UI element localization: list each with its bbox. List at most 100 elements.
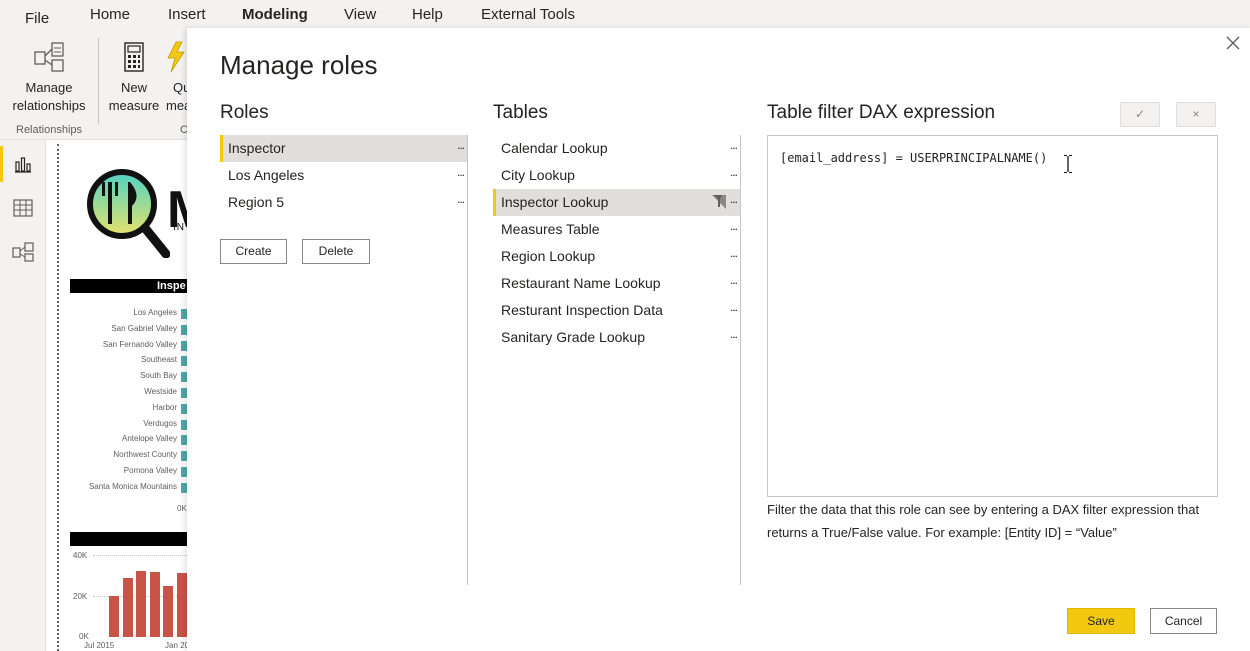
table-item-restaurant-name-lookup[interactable]: Restaurant Name Lookup ... — [493, 270, 740, 297]
table-more-options[interactable]: ... — [730, 240, 738, 267]
report-view-button[interactable] — [0, 142, 46, 186]
bar-chart-row[interactable]: Northwest County — [70, 449, 187, 463]
menu-view[interactable]: View — [344, 6, 376, 23]
bar-chart-row[interactable]: South Bay — [70, 370, 187, 384]
ribbon-separator — [98, 38, 99, 124]
bar-chart-icon — [15, 157, 31, 173]
column-chart-bar[interactable] — [109, 596, 119, 637]
column-x-label-jan: Jan 20 — [165, 641, 187, 650]
table-label: Measures Table — [501, 221, 600, 237]
role-more-options[interactable]: ... — [457, 159, 465, 186]
table-item-inspector-lookup[interactable]: Inspector Lookup ... — [493, 189, 740, 216]
column-chart-bar[interactable] — [176, 573, 187, 637]
quick-measure-button[interactable]: Qu mea — [164, 40, 187, 115]
bar-chart-category-label: Verdugos — [143, 418, 177, 428]
bar-chart-category-label: Southeast — [140, 355, 177, 365]
column-chart-bar[interactable] — [122, 577, 133, 637]
table-more-options[interactable]: ... — [730, 159, 738, 186]
ribbon-group-calculations: C — [180, 124, 187, 136]
text-cursor-icon — [1064, 154, 1072, 174]
column-gridline-top — [93, 555, 187, 556]
table-grid-icon — [13, 199, 33, 217]
roles-heading: Roles — [220, 102, 269, 123]
model-view-button[interactable] — [0, 230, 46, 274]
left-nav — [0, 140, 46, 651]
column-chart-bar[interactable] — [136, 571, 146, 637]
manage-relationships-button[interactable]: Manage relationships — [8, 40, 90, 115]
bar-chart-category-label: San Fernando Valley — [102, 339, 177, 349]
bar-chart-row[interactable]: Westside — [70, 386, 187, 400]
delete-role-button[interactable]: Delete — [302, 239, 370, 264]
column-y-label-20k: 20K — [73, 592, 88, 601]
page-boundary-line — [57, 144, 59, 651]
menu-file[interactable]: File — [25, 10, 49, 27]
table-more-options[interactable]: ... — [730, 186, 738, 213]
table-more-options[interactable]: ... — [730, 321, 738, 348]
new-measure-button[interactable]: New measure — [108, 40, 160, 115]
column-chart-bar[interactable] — [149, 572, 160, 637]
new-measure-label-1: New — [120, 80, 147, 95]
column-y-label-40k: 40K — [73, 551, 88, 560]
menu-insert[interactable]: Insert — [168, 6, 206, 23]
bar-chart-row[interactable]: Antelope Valley — [70, 433, 187, 447]
bar-chart-row[interactable]: Harbor — [70, 402, 187, 416]
role-item-inspector[interactable]: Inspector ... — [220, 135, 467, 162]
bar-chart-row[interactable]: San Fernando Valley — [70, 339, 187, 353]
close-icon[interactable] — [1224, 34, 1242, 52]
table-item-sanitary-grade-lookup[interactable]: Sanitary Grade Lookup ... — [493, 324, 740, 351]
bar-chart-category-label: Los Angeles — [133, 308, 177, 317]
menu-external-tools[interactable]: External Tools — [481, 6, 575, 23]
dax-expression-text[interactable]: [email_address] = USERPRINCIPALNAME() — [780, 151, 1047, 165]
data-view-button[interactable] — [0, 186, 46, 230]
bar-chart-row[interactable]: Southeast — [70, 354, 187, 368]
lightning-icon — [167, 41, 185, 73]
new-measure-label-2: measure — [108, 98, 160, 113]
table-item-resturant-inspection-data[interactable]: Resturant Inspection Data ... — [493, 297, 740, 324]
column-chart-bar[interactable] — [163, 585, 173, 637]
cancel-dax-button[interactable]: × — [1176, 102, 1216, 127]
quick-measure-label-2: mea — [166, 98, 187, 113]
cancel-button[interactable]: Cancel — [1150, 608, 1217, 634]
table-label: City Lookup — [501, 167, 575, 183]
manage-relationships-label-2: relationships — [12, 98, 86, 113]
save-button[interactable]: Save — [1067, 608, 1135, 634]
table-label: Calendar Lookup — [501, 140, 608, 156]
menu-help[interactable]: Help — [412, 6, 443, 23]
confirm-dax-button[interactable]: ✓ — [1120, 102, 1160, 127]
manage-relationships-label-1: Manage — [25, 80, 73, 95]
role-more-options[interactable]: ... — [457, 186, 465, 213]
role-label: Inspector — [228, 140, 286, 156]
bar-chart-category-label: Harbor — [152, 402, 177, 412]
table-more-options[interactable]: ... — [730, 132, 738, 159]
roles-list: Inspector ... Los Angeles ... Region 5 .… — [220, 135, 468, 585]
column-y-label-0k: 0K — [79, 632, 89, 641]
role-label: Region 5 — [228, 194, 285, 210]
bar-chart-row[interactable]: San Gabriel Valley — [70, 323, 187, 337]
table-item-measures-table[interactable]: Measures Table ... — [493, 216, 740, 243]
bar-chart-category-label: San Gabriel Valley — [111, 323, 177, 333]
role-more-options[interactable]: ... — [457, 132, 465, 159]
menu-home[interactable]: Home — [90, 6, 130, 23]
role-item-los-angeles[interactable]: Los Angeles ... — [220, 162, 467, 189]
bar-chart-category-label: Santa Monica Mountains — [88, 481, 177, 491]
menu-modeling[interactable]: Modeling — [242, 6, 308, 23]
create-role-button[interactable]: Create — [220, 239, 287, 264]
bar-chart-row[interactable]: Verdugos — [70, 418, 187, 432]
column-chart-title-bar — [70, 532, 187, 546]
table-item-city-lookup[interactable]: City Lookup ... — [493, 162, 740, 189]
dax-expression-editor[interactable]: [email_address] = USERPRINCIPALNAME() — [767, 135, 1218, 497]
table-item-calendar-lookup[interactable]: Calendar Lookup ... — [493, 135, 740, 162]
role-label: Los Angeles — [228, 167, 305, 183]
table-item-region-lookup[interactable]: Region Lookup ... — [493, 243, 740, 270]
table-label: Resturant Inspection Data — [501, 302, 663, 318]
table-more-options[interactable]: ... — [730, 267, 738, 294]
table-more-options[interactable]: ... — [730, 294, 738, 321]
table-label: Restaurant Name Lookup — [501, 275, 661, 291]
model-diagram-icon — [12, 242, 34, 262]
bar-chart-row[interactable]: Pomona Valley — [70, 465, 187, 479]
table-more-options[interactable]: ... — [730, 213, 738, 240]
role-item-region-5[interactable]: Region 5 ... — [220, 189, 467, 216]
bar-chart-row[interactable]: Los Angeles — [70, 307, 187, 321]
bar-chart-row[interactable]: Santa Monica Mountains — [70, 481, 187, 495]
logo-subtext: IN — [173, 222, 185, 233]
